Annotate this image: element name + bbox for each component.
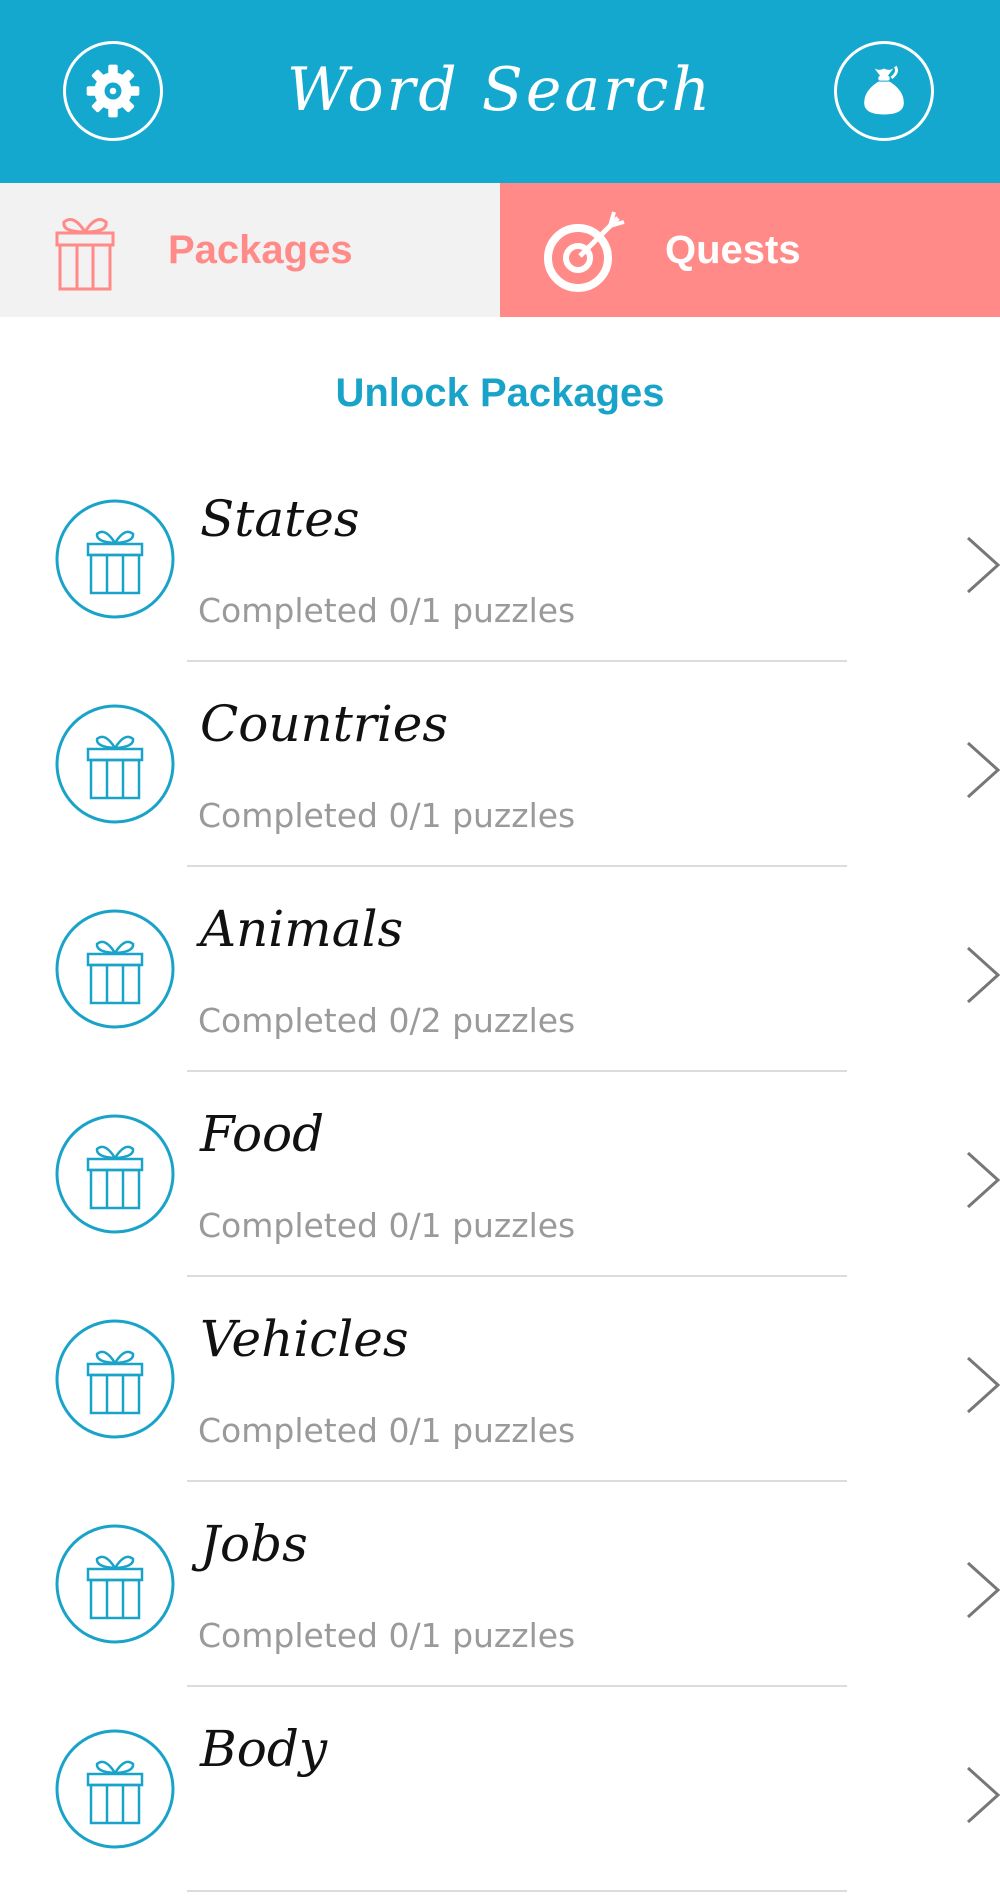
gift-icon	[55, 499, 175, 619]
row-divider	[187, 1275, 847, 1277]
gift-icon	[55, 704, 175, 824]
tab-quests-label: Quests	[665, 228, 801, 272]
coin-bag-button[interactable]	[834, 41, 934, 141]
money-bag-icon	[864, 65, 904, 115]
gear-icon	[86, 64, 140, 118]
gift-icon	[55, 218, 115, 291]
package-row-countries[interactable]: Countries Completed 0/1 puzzles	[0, 672, 1000, 877]
gift-icon	[55, 1524, 175, 1644]
tab-packages[interactable]: Packages	[0, 183, 500, 317]
row-divider	[187, 1480, 847, 1482]
row-divider	[187, 1685, 847, 1687]
tab-bar: Packages Quests	[0, 183, 1000, 317]
gift-icon	[55, 909, 175, 1029]
row-divider	[187, 865, 847, 867]
gift-icon	[55, 1114, 175, 1234]
package-progress: Completed 0/1 puzzles	[198, 1616, 576, 1655]
app-title: Word Search	[286, 55, 714, 125]
chevron-right-icon	[966, 1561, 1000, 1619]
package-row-jobs[interactable]: Jobs Completed 0/1 puzzles	[0, 1492, 1000, 1697]
chevron-right-icon	[966, 536, 1000, 594]
chevron-right-icon	[966, 946, 1000, 1004]
package-name: Vehicles	[200, 1310, 409, 1368]
target-arrow-icon	[544, 211, 625, 292]
package-row-animals[interactable]: Animals Completed 0/2 puzzles	[0, 877, 1000, 1082]
chevron-right-icon	[966, 741, 1000, 799]
gift-icon	[55, 1319, 175, 1439]
package-row-food[interactable]: Food Completed 0/1 puzzles	[0, 1082, 1000, 1287]
chevron-right-icon	[966, 1356, 1000, 1414]
gift-icon	[55, 1729, 175, 1849]
package-progress: Completed 0/2 puzzles	[198, 1001, 576, 1040]
tab-quests[interactable]: Quests	[500, 183, 1000, 317]
tab-packages-label: Packages	[168, 228, 353, 272]
package-progress: Completed 0/1 puzzles	[198, 591, 576, 630]
chevron-right-icon	[966, 1151, 1000, 1209]
package-progress: Completed 0/1 puzzles	[198, 1411, 576, 1450]
top-bar: Word Search	[0, 0, 1000, 183]
package-name: Countries	[200, 695, 448, 753]
package-name: Jobs	[200, 1515, 308, 1573]
package-name: Animals	[200, 900, 404, 958]
settings-button[interactable]	[63, 41, 163, 141]
chevron-right-icon	[966, 1766, 1000, 1824]
row-divider	[187, 660, 847, 662]
package-name: States	[200, 490, 360, 548]
package-row-body[interactable]: Body	[0, 1697, 1000, 1902]
package-progress: Completed 0/1 puzzles	[198, 796, 576, 835]
row-divider	[187, 1890, 847, 1892]
package-progress: Completed 0/1 puzzles	[198, 1206, 576, 1245]
package-row-states[interactable]: States Completed 0/1 puzzles	[0, 467, 1000, 672]
section-heading: Unlock Packages	[335, 371, 665, 415]
package-name: Body	[200, 1720, 328, 1778]
package-name: Food	[200, 1105, 325, 1163]
package-row-vehicles[interactable]: Vehicles Completed 0/1 puzzles	[0, 1287, 1000, 1492]
row-divider	[187, 1070, 847, 1072]
